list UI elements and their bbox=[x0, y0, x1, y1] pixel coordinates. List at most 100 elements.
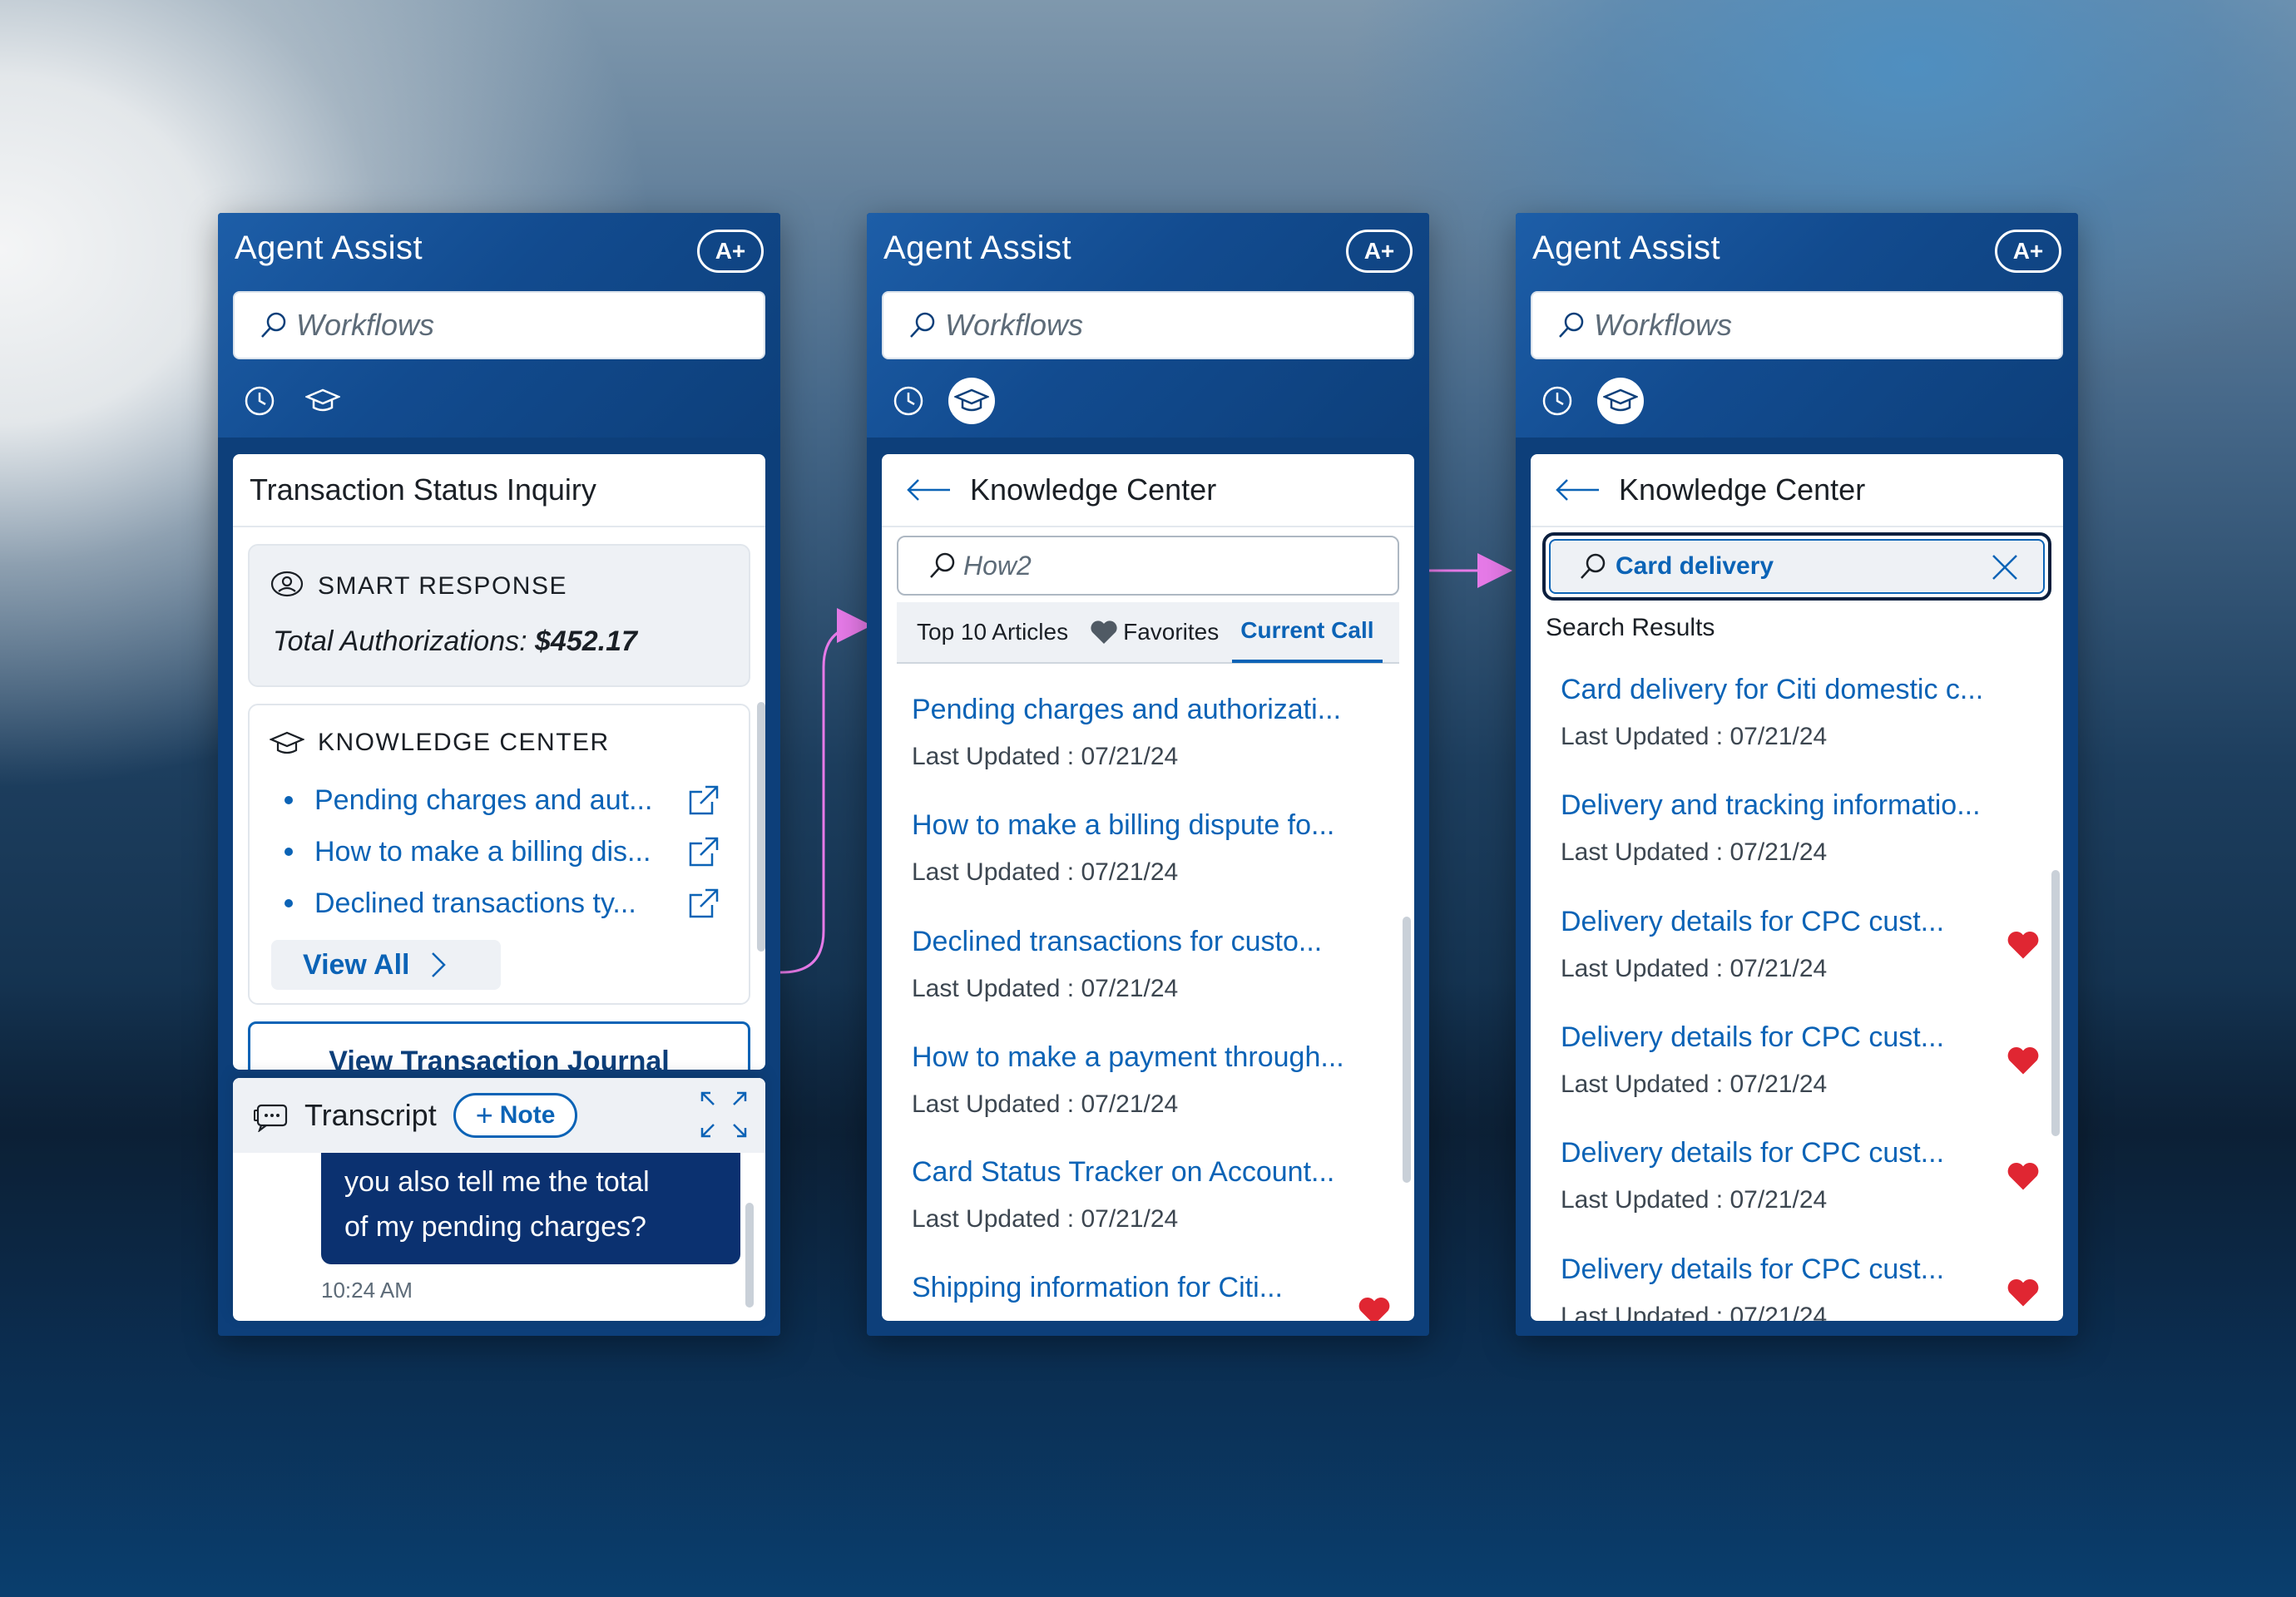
result-date: Last Updated : 07/21/24 bbox=[1561, 838, 1828, 866]
scrollbar[interactable] bbox=[745, 1203, 754, 1308]
external-link-icon[interactable] bbox=[687, 887, 720, 920]
result-date: Last Updated : 07/21/24 bbox=[1561, 955, 1828, 982]
note-label: Note bbox=[499, 1101, 556, 1129]
authorization-amount: $452.17 bbox=[535, 625, 637, 657]
result-title[interactable]: Delivery details for CPC cust... bbox=[1561, 1137, 2026, 1169]
heart-icon[interactable] bbox=[2007, 1161, 2040, 1191]
article-date: Last Updated : 07/21/24 bbox=[912, 1205, 1179, 1233]
result-title[interactable]: Delivery details for CPC cust... bbox=[1561, 906, 2026, 938]
article-item[interactable]: Declined transactions for custo... Last … bbox=[912, 926, 1378, 1003]
article-date: Last Updated : 07/21/24 bbox=[912, 743, 1179, 770]
kc-link-item[interactable]: Pending charges and aut... bbox=[285, 777, 725, 823]
search-placeholder: Workflows bbox=[1594, 308, 1733, 342]
result-title[interactable]: Delivery and tracking informatio... bbox=[1561, 789, 2026, 822]
history-button[interactable] bbox=[1534, 378, 1581, 424]
tab-top-10-articles[interactable]: Top 10 Articles bbox=[917, 601, 1068, 663]
transcript-header: Transcript + Note bbox=[233, 1078, 765, 1153]
result-item[interactable]: Delivery details for CPC cust... Last Up… bbox=[1561, 1137, 2026, 1214]
message-line: of my pending charges? bbox=[344, 1211, 646, 1243]
knowledge-button[interactable] bbox=[948, 378, 995, 424]
article-item[interactable]: How to make a billing dispute fo... Last… bbox=[912, 809, 1378, 887]
panel-header: Agent Assist A+ Workflows bbox=[1516, 213, 2078, 438]
result-date: Last Updated : 07/21/24 bbox=[1561, 1303, 1828, 1321]
result-title[interactable]: Delivery details for CPC cust... bbox=[1561, 1253, 2026, 1286]
scrollbar[interactable] bbox=[757, 702, 765, 952]
view-transaction-journal-button[interactable]: View Transaction Journal bbox=[248, 1021, 750, 1070]
article-title[interactable]: How to make a payment through... bbox=[912, 1041, 1378, 1074]
history-button[interactable] bbox=[236, 378, 283, 424]
plus-icon: + bbox=[475, 1098, 493, 1132]
graduation-cap-icon bbox=[1603, 388, 1638, 412]
accessibility-button[interactable]: A+ bbox=[1995, 230, 2061, 273]
article-title[interactable]: Pending charges and authorizati... bbox=[912, 694, 1378, 726]
panel-title: Agent Assist bbox=[1532, 230, 1721, 266]
result-date: Last Updated : 07/21/24 bbox=[1561, 1186, 1828, 1214]
article-item[interactable]: Shipping information for Citi... bbox=[912, 1272, 1378, 1304]
workflow-content: Transaction Status Inquiry SMART RESPONS… bbox=[233, 454, 765, 1070]
heart-icon[interactable] bbox=[2007, 1046, 2040, 1075]
external-link-icon[interactable] bbox=[687, 835, 720, 868]
result-item[interactable]: Delivery details for CPC cust... Last Up… bbox=[1561, 1021, 2026, 1099]
result-item[interactable]: Delivery and tracking informatio... Last… bbox=[1561, 789, 2026, 867]
kc-link-item[interactable]: Declined transactions ty... bbox=[285, 880, 725, 927]
heart-icon bbox=[1091, 621, 1117, 644]
kc-search-input-focused[interactable]: Card delivery bbox=[1542, 532, 2051, 601]
tab-label: Favorites bbox=[1123, 619, 1220, 645]
smart-response-card: SMART RESPONSE Total Authorizations: $45… bbox=[248, 544, 750, 687]
kc-link-item[interactable]: How to make a billing dis... bbox=[285, 828, 725, 875]
heart-icon[interactable] bbox=[2007, 930, 2040, 960]
knowledge-center-title: Knowledge Center bbox=[1619, 472, 1866, 507]
workflows-search-input[interactable]: Workflows bbox=[233, 291, 765, 359]
panel-title: Agent Assist bbox=[883, 230, 1072, 266]
history-button[interactable] bbox=[885, 378, 932, 424]
tab-current-call[interactable]: Current Call bbox=[1232, 601, 1383, 663]
panel-header: Agent Assist A+ Workflows bbox=[218, 213, 780, 438]
heart-icon[interactable] bbox=[2007, 1278, 2040, 1308]
kc-link-text: How to make a billing dis... bbox=[314, 835, 651, 868]
search-icon bbox=[930, 552, 955, 578]
external-link-icon[interactable] bbox=[687, 784, 720, 817]
add-note-button[interactable]: + Note bbox=[453, 1093, 578, 1138]
tab-favorites[interactable]: Favorites bbox=[1090, 601, 1219, 663]
message-line: you also tell me the total bbox=[344, 1166, 650, 1198]
arrow-left-icon[interactable] bbox=[905, 477, 952, 502]
transcript-panel: Transcript + Note you also tell me the to… bbox=[233, 1078, 765, 1321]
article-item[interactable]: Pending charges and authorizati... Last … bbox=[912, 694, 1378, 771]
result-item[interactable]: Delivery details for CPC cust... Last Up… bbox=[1561, 1253, 2026, 1321]
article-item[interactable]: Card Status Tracker on Account... Last U… bbox=[912, 1156, 1378, 1234]
arrow-left-icon[interactable] bbox=[1554, 477, 1601, 502]
article-title[interactable]: Declined transactions for custo... bbox=[912, 926, 1378, 958]
graduation-cap-icon bbox=[270, 731, 304, 754]
search-placeholder: Workflows bbox=[945, 308, 1084, 342]
article-title[interactable]: How to make a billing dispute fo... bbox=[912, 809, 1378, 842]
chevron-right-icon bbox=[431, 952, 446, 977]
expand-icon[interactable] bbox=[699, 1090, 749, 1140]
heart-icon[interactable] bbox=[1358, 1296, 1391, 1321]
workflows-search-input[interactable]: Workflows bbox=[1531, 291, 2063, 359]
search-icon bbox=[1581, 553, 1606, 579]
result-item[interactable]: Delivery details for CPC cust... Last Up… bbox=[1561, 906, 2026, 983]
article-item[interactable]: How to make a payment through... Last Up… bbox=[912, 1041, 1378, 1119]
article-title[interactable]: Shipping information for Citi... bbox=[912, 1272, 1378, 1304]
accessibility-button[interactable]: A+ bbox=[1346, 230, 1413, 273]
workflows-search-input[interactable]: Workflows bbox=[882, 291, 1414, 359]
kc-search-input[interactable]: How2 bbox=[897, 536, 1399, 596]
scrollbar[interactable] bbox=[1403, 917, 1411, 1183]
accessibility-button[interactable]: A+ bbox=[697, 230, 764, 273]
tool-row bbox=[885, 378, 995, 424]
result-item[interactable]: Card delivery for Citi domestic c... Las… bbox=[1561, 674, 2026, 751]
close-icon[interactable] bbox=[1990, 552, 2020, 582]
kc-search-field[interactable]: Card delivery bbox=[1549, 539, 2045, 594]
message-timestamp: 10:24 AM bbox=[321, 1278, 413, 1303]
knowledge-button[interactable] bbox=[299, 378, 346, 424]
tool-row bbox=[1534, 378, 1644, 424]
result-title[interactable]: Delivery details for CPC cust... bbox=[1561, 1021, 2026, 1054]
view-all-button[interactable]: View All bbox=[271, 940, 501, 990]
result-title[interactable]: Card delivery for Citi domestic c... bbox=[1561, 674, 2026, 706]
scrollbar[interactable] bbox=[2051, 870, 2060, 1136]
knowledge-button[interactable] bbox=[1597, 378, 1644, 424]
article-date: Last Updated : 07/21/24 bbox=[912, 975, 1179, 1002]
knowledge-center-label: KNOWLEDGE CENTER bbox=[318, 729, 610, 756]
panel-header: Agent Assist A+ Workflows bbox=[867, 213, 1429, 438]
article-title[interactable]: Card Status Tracker on Account... bbox=[912, 1156, 1378, 1189]
